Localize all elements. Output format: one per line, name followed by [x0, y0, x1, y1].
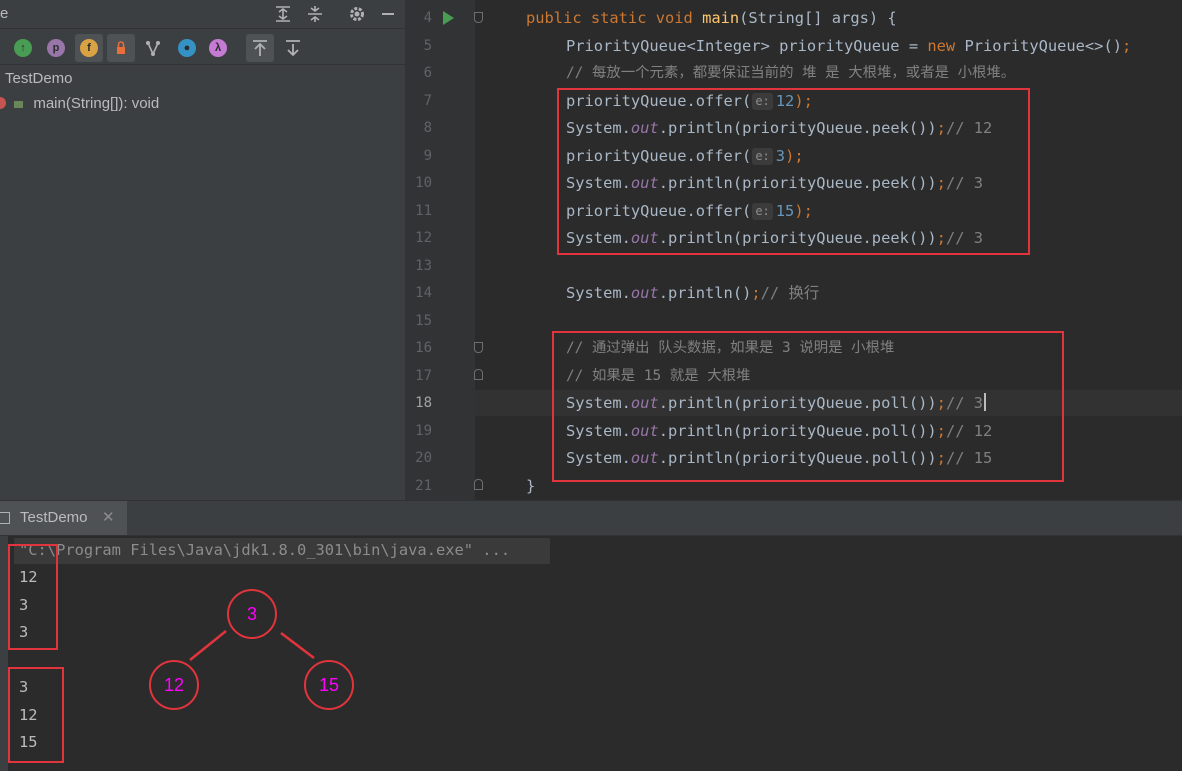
fields-letter: f	[87, 42, 91, 54]
line-number: 12	[415, 230, 432, 246]
line-number: 4	[423, 10, 432, 26]
heap-edge-right	[280, 632, 315, 659]
show-non-public-icon[interactable]	[109, 36, 133, 60]
line-number: 19	[415, 423, 432, 439]
fold-icon[interactable]	[474, 369, 483, 380]
fold-icon[interactable]	[474, 342, 483, 353]
structure-title: e	[0, 5, 9, 22]
tree-method-node[interactable]: main(String[]): void	[0, 95, 159, 112]
lambdas-letter: λ	[214, 42, 222, 54]
method-icon	[0, 97, 6, 109]
method-signature: main(String[]): void	[33, 95, 160, 112]
fold-icon[interactable]	[474, 479, 483, 490]
structure-toolbar: ↑ p f ● λ	[0, 32, 405, 65]
show-inherited-icon[interactable]: ↑	[14, 39, 32, 57]
structure-header: e	[0, 0, 405, 29]
heap-node-root: 3	[227, 589, 277, 639]
run-panel: TestDemo ✕ "C:\Program Files\Java\jdk1.8…	[0, 500, 1182, 771]
static-field: out	[630, 284, 659, 302]
collapse-all-icon[interactable]	[304, 3, 326, 25]
heap-edge-left	[189, 630, 227, 661]
run-main-icon[interactable]	[443, 11, 454, 25]
line-number: 14	[415, 285, 432, 301]
kw: new	[927, 37, 965, 55]
line-number: 10	[415, 175, 432, 191]
structure-panel: e ↑ p f ● λ TestDemo main(String[]): voi…	[0, 0, 405, 500]
line-number: 6	[423, 65, 432, 81]
lock-open-icon	[14, 101, 24, 108]
annotation-box-offer	[557, 88, 1030, 255]
code-line-21: }	[526, 477, 536, 495]
line-number: 8	[423, 120, 432, 136]
show-properties-icon[interactable]: p	[47, 39, 65, 57]
show-anonymous-icon[interactable]: ●	[178, 39, 196, 57]
line-number: 7	[423, 93, 432, 109]
semi: ;	[1121, 37, 1132, 55]
code-editor[interactable]: 4 5 6 7 8 9 10 11 12 13 14 15 16 17 18 1…	[405, 0, 1182, 500]
line-number: 17	[415, 368, 432, 384]
code-line-4: public static void main(String[] args) {	[526, 8, 897, 28]
fn: main	[702, 9, 740, 27]
txt: PriorityQueue<>()	[964, 37, 1122, 55]
class-name: TestDemo	[5, 70, 73, 87]
autoscroll-to-source-icon[interactable]	[248, 36, 272, 60]
kw: public static void	[526, 9, 703, 27]
line-number: 21	[415, 478, 432, 494]
line-number: 11	[415, 203, 432, 219]
heap-node-left: 12	[149, 660, 199, 710]
txt: (String[] args) {	[739, 9, 897, 27]
line-number-current: 18	[415, 395, 432, 411]
tree-class-node[interactable]: TestDemo	[5, 70, 73, 87]
show-lambdas-icon[interactable]: λ	[209, 39, 227, 57]
expand-all-icon[interactable]	[272, 3, 294, 25]
line-number: 13	[415, 258, 432, 274]
show-fields-icon[interactable]: f	[80, 39, 98, 57]
semi: ;	[751, 284, 761, 302]
line-number: 20	[415, 450, 432, 466]
line-number: 9	[423, 148, 432, 164]
heap-node-right: 15	[304, 660, 354, 710]
code-line-14: System.out.println();// 换行	[566, 283, 819, 303]
line-number: 5	[423, 38, 432, 54]
annotation-box-poll	[552, 331, 1064, 482]
comment: // 换行	[760, 284, 820, 302]
autoscroll-from-source-icon[interactable]	[281, 36, 305, 60]
properties-letter: p	[52, 42, 60, 54]
gear-icon[interactable]	[346, 3, 368, 25]
code-line-6: // 每放一个元素，都要保证当前的 堆 是 大根堆，或者是 小根堆。	[566, 65, 1016, 81]
heap-edges	[189, 630, 315, 661]
code-line-5: PriorityQueue<Integer> priorityQueue = n…	[566, 36, 1131, 56]
minimize-icon[interactable]	[377, 3, 399, 25]
txt: System.	[566, 284, 631, 302]
line-number: 16	[415, 340, 432, 356]
line-number: 15	[415, 313, 432, 329]
fold-icon[interactable]	[474, 12, 483, 23]
show-hierarchy-icon[interactable]	[141, 36, 165, 60]
txt: PriorityQueue<Integer> priorityQueue =	[566, 37, 928, 55]
txt: .println()	[658, 284, 752, 302]
